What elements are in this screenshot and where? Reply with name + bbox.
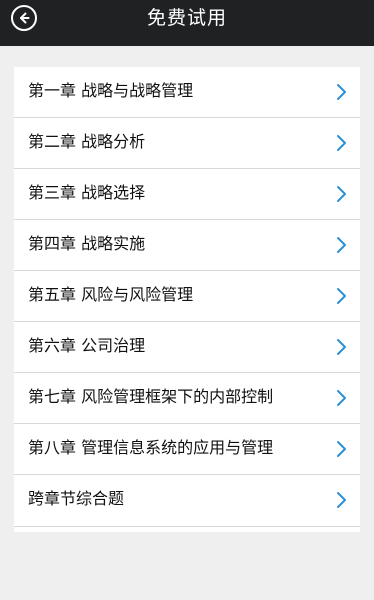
chapter-item-1[interactable]: 第一章 战略与战略管理 bbox=[14, 67, 360, 118]
chapter-list: 第一章 战略与战略管理 第二章 战略分析 第三章 战略选择 第四章 战略实施 第… bbox=[14, 67, 360, 532]
chevron-right-icon bbox=[337, 186, 346, 202]
chapter-label: 第六章 公司治理 bbox=[28, 336, 146, 355]
chevron-right-icon bbox=[337, 237, 346, 253]
chevron-right-icon bbox=[337, 441, 346, 457]
chapter-label: 第四章 战略实施 bbox=[28, 234, 146, 253]
page-title: 免费试用 bbox=[146, 7, 227, 29]
chevron-right-icon bbox=[337, 390, 346, 406]
chapter-label: 跨章节综合题 bbox=[28, 489, 125, 508]
chapter-item-2[interactable]: 第二章 战略分析 bbox=[14, 118, 360, 169]
chapter-item-7[interactable]: 第七章 风险管理框架下的内部控制 bbox=[14, 373, 360, 424]
chevron-right-icon bbox=[337, 135, 346, 151]
chapter-item-3[interactable]: 第三章 战略选择 bbox=[14, 169, 360, 220]
chapter-item-4[interactable]: 第四章 战略实施 bbox=[14, 220, 360, 271]
chapter-label: 第七章 风险管理框架下的内部控制 bbox=[28, 387, 274, 406]
chapter-item-6[interactable]: 第六章 公司治理 bbox=[14, 322, 360, 373]
chevron-right-icon bbox=[337, 288, 346, 304]
chapter-item-9[interactable]: 跨章节综合题 bbox=[14, 475, 360, 527]
chapter-item-5[interactable]: 第五章 风险与风险管理 bbox=[14, 271, 360, 322]
chevron-right-icon bbox=[337, 84, 346, 100]
chapter-item-8[interactable]: 第八章 管理信息系统的应用与管理 bbox=[14, 424, 360, 475]
screen: 免费试用 第一章 战略与战略管理 第二章 战略分析 第三章 战略选择 第四章 战… bbox=[0, 0, 374, 600]
top-app-bar: 免费试用 bbox=[0, 0, 374, 46]
chapter-label: 第二章 战略分析 bbox=[28, 132, 146, 151]
chevron-right-icon bbox=[337, 339, 346, 355]
chapter-label: 第一章 战略与战略管理 bbox=[28, 81, 194, 100]
chapter-label: 第五章 风险与风险管理 bbox=[28, 285, 194, 304]
chapter-label: 第三章 战略选择 bbox=[28, 183, 146, 202]
chevron-right-icon bbox=[337, 492, 346, 508]
chapter-label: 第八章 管理信息系统的应用与管理 bbox=[28, 438, 274, 457]
